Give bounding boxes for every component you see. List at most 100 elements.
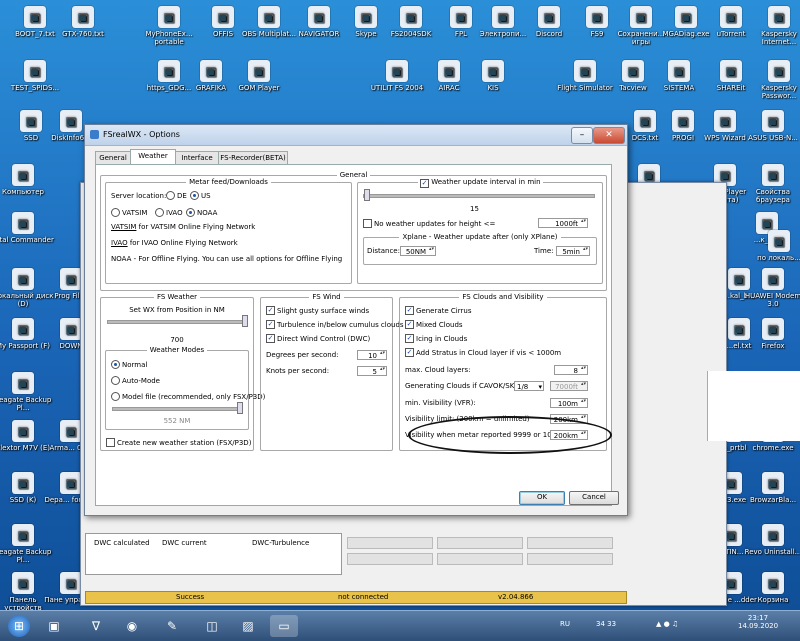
desktop-icon[interactable]: ▣ MyPhoneEx... portable [138,6,200,46]
desktop-icon[interactable]: ▣ Firefox [742,318,800,350]
text-file-icon: ▣ [72,6,94,28]
mode-auto-radio[interactable] [111,376,120,385]
folder-icon[interactable]: ◫ [198,615,226,637]
vatsim-link[interactable]: VATSIM [111,223,136,231]
update-interval-label: Weather update interval in min [431,178,541,186]
desktop-icon[interactable]: ▣ Kaspersky Passwor... [748,60,800,100]
cirrus-checkbox[interactable]: ✓ [405,306,414,315]
drive-icon: ▣ [12,472,34,494]
desktop-icon[interactable]: ▣ GOM Player [228,60,290,92]
tray-icons[interactable]: ▲ ● ♫ [656,620,678,628]
set-wx-slider[interactable] [107,320,247,324]
turbulence-checkbox[interactable]: ✓ [266,320,275,329]
folder-icon: ▣ [630,6,652,28]
model-slider-thumb[interactable] [237,402,243,414]
distance-input[interactable]: 50NM [400,246,436,256]
clock[interactable]: 23:17 14.09.2020 [738,614,778,630]
tray-indicator[interactable]: 34 33 [596,620,616,628]
folder-icon: ▣ [672,110,694,132]
degrees-input[interactable]: 10 [357,350,387,360]
vivaldi-icon[interactable]: ∇ [82,615,110,637]
mode-normal-label: Normal [122,361,148,369]
desktop-icon[interactable]: ▣ Total Commander [0,212,54,244]
server-de-radio[interactable] [166,191,175,200]
server-de-label: DE [177,192,187,200]
terminal-icon[interactable]: ▣ [40,615,68,637]
desktop-icon[interactable]: ▣ ASUS USB-N... [742,110,800,142]
no-updates-height-input[interactable]: 1000ft [538,218,588,228]
feed-noaa-radio[interactable] [186,208,195,217]
desktop-icon[interactable]: ▣ по локаль... [748,230,800,262]
discord-icon: ▣ [538,6,560,28]
server-us-radio[interactable] [190,191,199,200]
no-updates-checkbox[interactable] [363,219,372,228]
set-wx-value: 700 [170,336,184,344]
min-vis-input[interactable]: 100m [550,398,588,408]
mode-normal-radio[interactable] [111,360,120,369]
mixed-clouds-checkbox[interactable]: ✓ [405,320,414,329]
feed-vatsim-radio[interactable] [111,208,120,217]
exe-icon[interactable]: ▨ [234,615,262,637]
tab-interface[interactable]: Interface [175,151,219,164]
set-wx-thumb[interactable] [242,315,248,327]
desktop-icon-label: uTorrent [716,30,746,38]
dwc-checkbox[interactable]: ✓ [266,334,275,343]
update-interval-thumb[interactable] [364,189,370,201]
desktop-icon[interactable]: ▣ Компьютер [0,164,54,196]
time-input[interactable]: 5min [556,246,590,256]
start-orb-icon[interactable]: ⊞ [8,615,30,637]
desktop-icon[interactable]: ▣ Seagate Backup Pl... [0,524,54,564]
desktop-icon[interactable]: ▣ Seagate Backup Pl... [0,372,54,412]
language-indicator[interactable]: RU [560,620,570,628]
desktop-icon[interactable]: ▣ Kaspersky Internet... [748,6,800,46]
text-file-icon: ▣ [24,60,46,82]
desktop-icon[interactable]: ▣ GTX-760.txt [52,6,114,38]
model-slider[interactable] [112,407,242,411]
dwc-label: Direct Wind Control (DWC) [277,335,371,343]
gear-icon: ▣ [308,6,330,28]
drive-icon: ▣ [12,268,34,290]
update-interval-slider[interactable] [363,194,595,198]
window-icon[interactable]: ▭ [270,615,298,637]
desktop-icon[interactable]: ▣ KIS [462,60,524,92]
chrome-icon[interactable]: ◉ [118,615,146,637]
close-button[interactable]: ✕ [593,127,625,144]
knots-input[interactable]: 5 [357,366,387,376]
tab-fs-recorder[interactable]: FS-Recorder(BETA) [218,151,288,164]
mode-model-radio[interactable] [111,392,120,401]
notes-icon[interactable]: ✎ [158,615,186,637]
desktop-icon[interactable]: ▣ Корзина [742,572,800,604]
mode-model-label: Model file (recommended, only FSX/P3D) [122,393,266,401]
desktop-icon[interactable]: ▣ BrowzarBla... [742,472,800,504]
cavok-select[interactable]: 1/8 [514,381,544,392]
icing-checkbox[interactable]: ✓ [405,334,414,343]
folder-icon: ▣ [200,60,222,82]
desktop-icon-label: BOOT_7.txt [15,30,55,38]
desktop-icon[interactable]: ▣ Revo Uninstall... [742,524,800,556]
weather-tab-panel: General Metar feed/Downloads Server loca… [95,164,612,506]
tab-weather[interactable]: Weather [130,149,176,165]
ivao-link[interactable]: IVAO [111,239,128,247]
feed-ivao-radio[interactable] [155,208,164,217]
desktop-icon-label: UTILIT FS 2004 [370,84,424,92]
cavok-label: Generating Clouds if CAVOK/SKC: [405,382,522,390]
desktop-icon[interactable]: ▣ TEST_SPIDS... [4,60,66,92]
desktop-icon[interactable]: ▣ Свойства браузера [742,164,800,204]
cancel-button[interactable]: Cancel [569,491,619,505]
gusty-winds-checkbox[interactable]: ✓ [266,306,275,315]
desktop-icon-label: WPS Wizard [704,134,746,142]
cavok-height-input[interactable]: 7000ft [550,381,588,391]
minimize-button[interactable]: – [571,127,593,144]
revo-icon: ▣ [762,524,784,546]
create-station-checkbox[interactable] [106,438,115,447]
desktop-icon-label: Seagate Backup Pl... [0,396,52,412]
seagate-icon: ▣ [12,524,34,546]
desktop-icon[interactable]: ▣ HUAWEI Modem 3.0 [742,268,800,308]
annotation-ellipse [408,416,612,454]
title-bar[interactable]: FSrealWX - Options – ✕ [85,125,627,146]
stratus-checkbox[interactable]: ✓ [405,348,414,357]
max-layers-input[interactable]: 8 [554,365,588,375]
ok-button[interactable]: OK [519,491,565,505]
update-interval-checkbox[interactable]: ✓ [420,179,429,188]
tab-general[interactable]: General [95,151,131,164]
